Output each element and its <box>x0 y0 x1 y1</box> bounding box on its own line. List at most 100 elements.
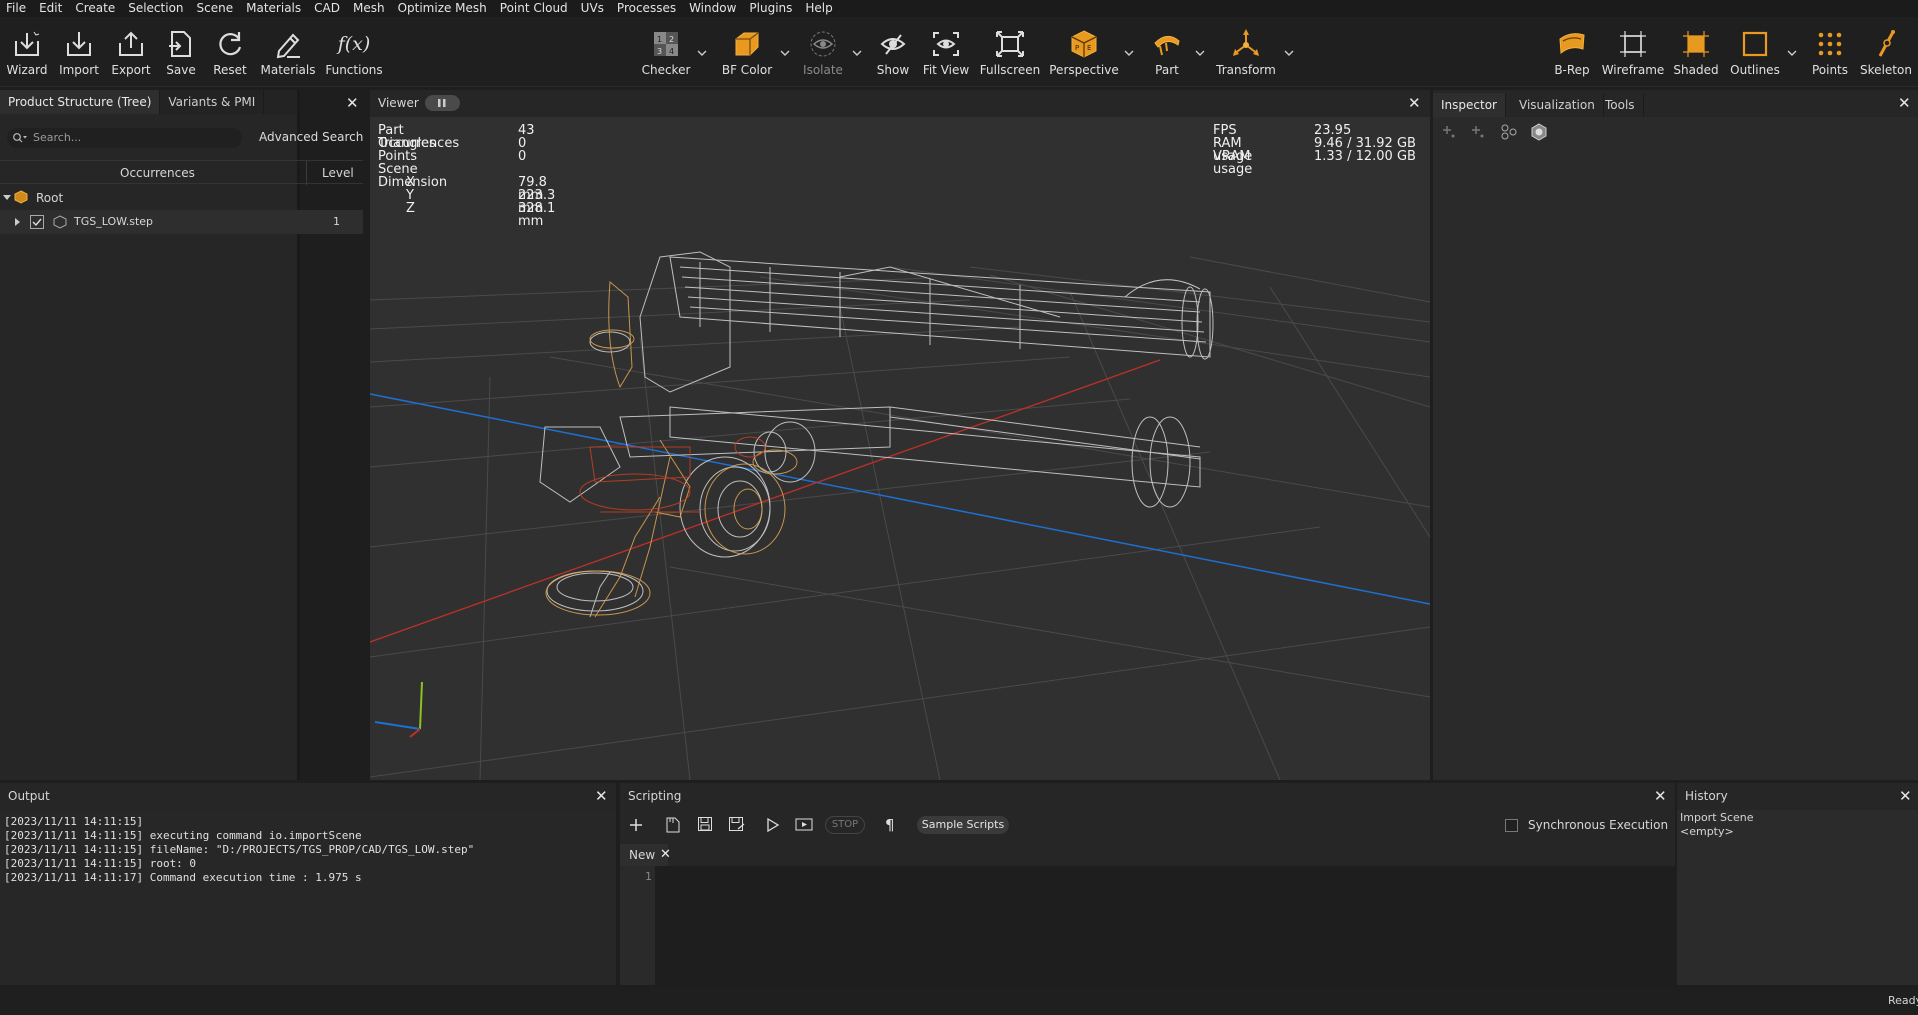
history-item[interactable]: <empty> <box>1680 825 1734 838</box>
isolate-button[interactable]: Isolate <box>788 27 858 85</box>
open-script-icon[interactable] <box>665 816 681 834</box>
transform-gizmo-icon <box>1229 27 1263 61</box>
advanced-search-link[interactable]: Advanced Search <box>259 130 363 144</box>
fit-view-icon <box>929 27 963 61</box>
close-viewer-icon[interactable]: ✕ <box>1408 96 1421 111</box>
transform-button[interactable]: Transform <box>1211 27 1281 85</box>
run-selection-icon[interactable] <box>795 817 813 833</box>
toolbar-label: BF Color <box>721 63 773 77</box>
svg-text:1: 1 <box>657 35 662 44</box>
skeleton-button[interactable]: Skeleton <box>1851 27 1918 85</box>
hierarchy-icon[interactable] <box>1500 123 1518 141</box>
column-divider[interactable] <box>306 161 307 185</box>
checker-button[interactable]: 1 2 3 4 Checker <box>631 27 701 85</box>
tab-product-structure[interactable]: Product Structure (Tree) <box>0 90 161 114</box>
chevron-down-icon[interactable] <box>1195 47 1205 57</box>
tree-row-tgs-low[interactable]: TGS_LOW.step 1 <box>0 210 363 234</box>
column-occurrences[interactable]: Occurrences <box>120 166 195 180</box>
toolbar-label: Save <box>166 63 196 77</box>
menu-cad[interactable]: CAD <box>308 0 347 17</box>
save-as-script-icon[interactable] <box>728 816 746 832</box>
visibility-checkbox[interactable] <box>30 215 44 229</box>
tab-variants-pmi[interactable]: Variants & PMI <box>160 90 265 114</box>
svg-text:2: 2 <box>669 35 674 44</box>
tab-visualization[interactable]: Visualization <box>1511 93 1604 117</box>
search-input[interactable]: Search... <box>7 128 242 148</box>
tab-tools[interactable]: Tools <box>1597 93 1644 117</box>
bf-color-button[interactable]: BF Color <box>712 27 782 85</box>
root-node-icon <box>14 190 28 204</box>
pencil-icon <box>271 27 305 61</box>
menu-edit[interactable]: Edit <box>33 0 69 17</box>
ground-grid <box>370 256 1430 780</box>
tab-viewer[interactable]: Viewer <box>378 96 419 110</box>
close-scripting-icon[interactable]: ✕ <box>1654 789 1667 804</box>
collapsed-arrow-icon[interactable] <box>14 218 22 226</box>
viewport-3d[interactable]: Part Occurrences 43 Triangles 0 Points 0… <box>370 117 1430 780</box>
close-inspector-icon[interactable]: ✕ <box>1898 96 1911 111</box>
stat-label: VRAM usage <box>1213 149 1253 177</box>
save-script-icon[interactable] <box>697 816 713 832</box>
add-property-icon[interactable] <box>1441 124 1457 140</box>
tree-row-root[interactable]: Root <box>0 187 363 209</box>
stop-button[interactable]: STOP <box>825 816 865 834</box>
expanded-arrow-icon[interactable] <box>3 194 11 202</box>
menu-plugins[interactable]: Plugins <box>743 0 799 17</box>
menu-file[interactable]: File <box>0 0 33 17</box>
skeleton-icon <box>1869 27 1903 61</box>
status-bar: Ready <box>0 988 1918 1015</box>
part-button[interactable]: Part <box>1132 27 1202 85</box>
functions-button[interactable]: f(x) Functions <box>319 27 389 85</box>
menu-optimize-mesh[interactable]: Optimize Mesh <box>392 0 494 17</box>
shaded-icon <box>1679 27 1713 61</box>
history-panel: Import Scene <empty> <box>1677 810 1918 985</box>
tree-item-level: 1 <box>333 215 340 228</box>
run-script-icon[interactable] <box>766 817 780 833</box>
tab-history[interactable]: History <box>1685 789 1728 803</box>
hidden-eye-icon <box>876 27 910 61</box>
script-tab-new[interactable]: New ✕ <box>620 844 671 866</box>
menu-help[interactable]: Help <box>799 0 839 17</box>
fx-icon: f(x) <box>337 33 371 55</box>
menu-uvs[interactable]: UVs <box>575 0 611 17</box>
tree-column-header: Occurrences Level <box>0 160 363 185</box>
tab-scripting[interactable]: Scripting <box>628 789 681 803</box>
close-output-icon[interactable]: ✕ <box>595 789 608 804</box>
new-script-icon[interactable] <box>628 817 644 833</box>
close-history-icon[interactable]: ✕ <box>1899 789 1912 804</box>
script-editor[interactable] <box>655 866 1675 985</box>
chevron-down-icon[interactable] <box>697 47 707 57</box>
synchronous-execution-checkbox[interactable] <box>1505 819 1518 832</box>
menu-scene[interactable]: Scene <box>191 0 241 17</box>
column-level[interactable]: Level <box>322 166 354 180</box>
menu-mesh[interactable]: Mesh <box>347 0 392 17</box>
close-left-panel-icon[interactable]: ✕ <box>346 96 359 111</box>
menu-create[interactable]: Create <box>69 0 122 17</box>
output-console[interactable]: [2023/11/11 14:11:15] [2023/11/11 14:11:… <box>0 810 616 985</box>
tab-output[interactable]: Output <box>8 789 50 803</box>
perspective-button[interactable]: P E Perspective <box>1049 27 1119 85</box>
materials-button[interactable]: Materials <box>253 27 323 85</box>
add-component-icon[interactable] <box>1470 124 1486 140</box>
menu-window[interactable]: Window <box>683 0 743 17</box>
show-whitespace-toggle[interactable]: ¶ <box>885 816 895 834</box>
outlines-button[interactable]: Outlines <box>1720 27 1790 85</box>
tab-inspector[interactable]: Inspector <box>1433 93 1506 117</box>
history-item[interactable]: Import Scene <box>1680 811 1754 824</box>
close-script-tab-icon[interactable]: ✕ <box>660 847 671 862</box>
material-sphere-icon[interactable] <box>1530 123 1548 141</box>
scripting-header: Scripting ✕ <box>620 783 1675 810</box>
chevron-down-icon[interactable] <box>1284 47 1294 57</box>
points-icon <box>1813 27 1847 61</box>
menu-materials[interactable]: Materials <box>240 0 308 17</box>
b-rep-button[interactable]: B-Rep <box>1537 27 1607 85</box>
fullscreen-button[interactable]: Fullscreen <box>975 27 1045 85</box>
menu-point-cloud[interactable]: Point Cloud <box>494 0 575 17</box>
menu-processes[interactable]: Processes <box>611 0 683 17</box>
fit-view-button[interactable]: Fit View <box>911 27 981 85</box>
synchronous-execution-label: Synchronous Execution <box>1528 818 1669 832</box>
wireframe-button[interactable]: Wireframe <box>1598 27 1668 85</box>
menu-selection[interactable]: Selection <box>122 0 190 17</box>
pause-toggle[interactable] <box>425 95 460 111</box>
sample-scripts-button[interactable]: Sample Scripts <box>917 816 1009 834</box>
